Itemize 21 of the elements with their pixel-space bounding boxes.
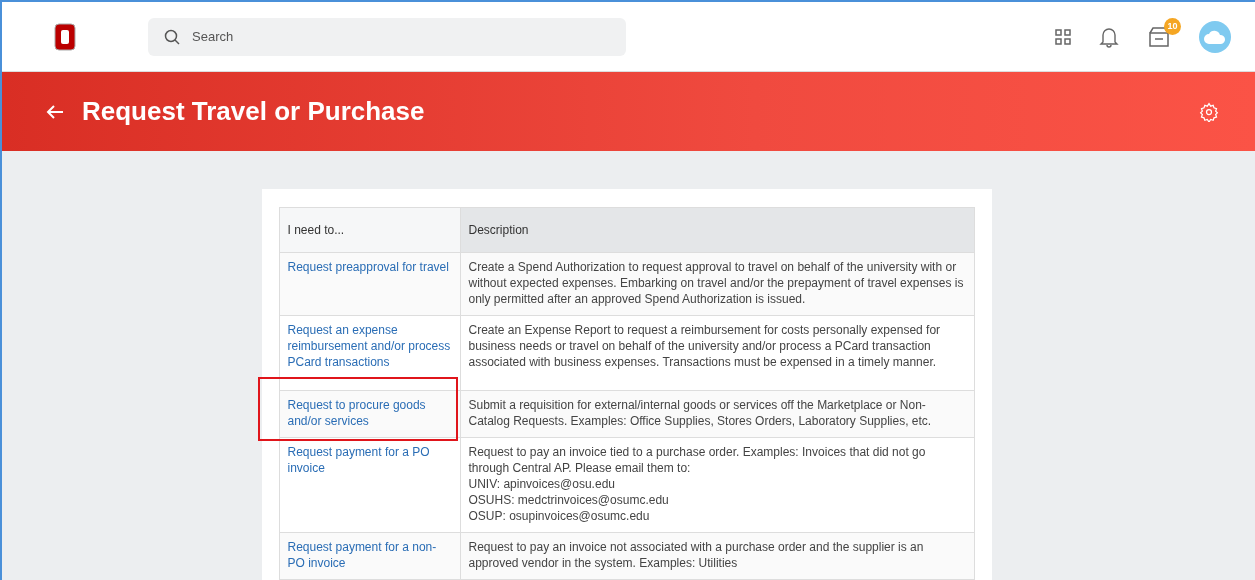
action-link[interactable]: Request preapproval for travel	[287, 259, 452, 275]
search-icon	[164, 28, 180, 45]
back-arrow-icon[interactable]	[46, 103, 64, 120]
logo-icon	[54, 22, 76, 51]
search-field[interactable]: Search	[148, 17, 626, 56]
action-link[interactable]: Request to procure goods and/or services	[287, 397, 452, 429]
action-link[interactable]: Request payment for a PO invoice	[287, 444, 452, 476]
action-link[interactable]: Request payment for a non-PO invoice	[287, 539, 452, 571]
description-cell: Request to pay an invoice not associated with a purchase order and the supplier is an approved vendor in the system. Examples: Utilities	[460, 532, 974, 580]
apps-grid-icon[interactable]	[1055, 28, 1071, 45]
action-link[interactable]: Request an expense reimbursement and/or process PCard transactions	[287, 322, 452, 370]
notifications-bell-icon[interactable]	[1099, 25, 1119, 48]
description-cell: Submit a requisition for external/internal goods or services off the Marketplace or Non-Catalog Requests. Examples: Office Supplies, Stores Orders, Laboratory Supplies, etc.	[460, 390, 974, 438]
description-cell: Create a Spend Authorization to request approval to travel on behalf of the university with or without expected expenses. Embarking on travel and/or the prepayment of travel expenses is only permitted after an approved Spend Authorization is issued.	[460, 252, 974, 316]
column-header: I need to...	[279, 207, 460, 253]
inbox-count-badge: 10	[1164, 17, 1181, 35]
settings-icon[interactable]	[1199, 101, 1219, 122]
page-title: Request Travel or Purchase	[82, 96, 425, 128]
description-cell: Create an Expense Report to request a reimbursement for costs personally expensed for business needs or travel on behalf of the university and/or process a PCard transaction associated with business expenses. Transactions must be expensed in a timely manner.	[460, 315, 974, 391]
column-header: Description	[460, 207, 974, 253]
description-cell: Request to pay an invoice tied to a purchase order. Examples: Invoices that did not go through Central AP. Please email them to: UNIV: apinvoices@osu.edu OSUHS: medctrinvoices@osumc.edu OSUP: osupinvoices@osumc.edu	[460, 437, 974, 533]
